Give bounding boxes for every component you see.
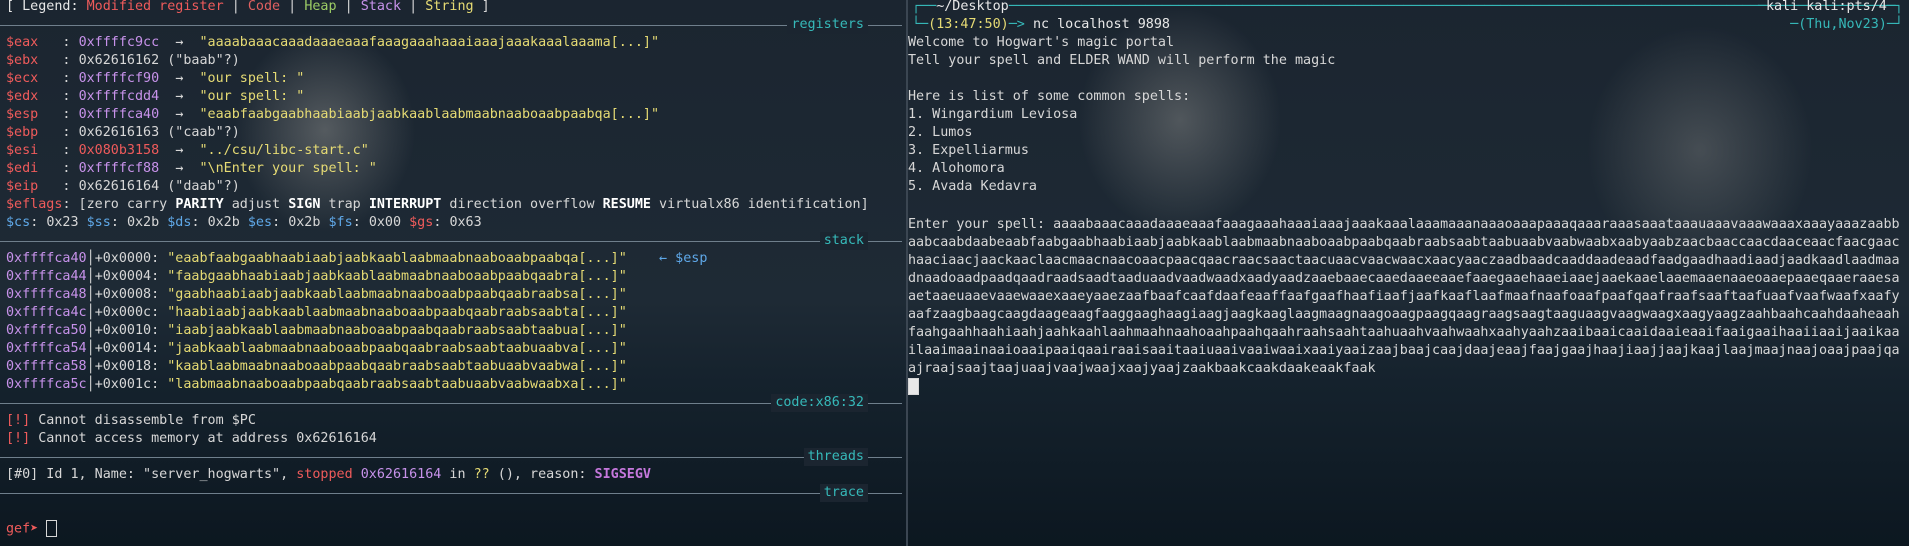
stack-row: 0xffffca44│+0x0004: "faabgaabhaabiaabjaa…	[6, 269, 627, 284]
prompt-date: (Thu,Nov23)	[1798, 17, 1887, 32]
register-eax: $eax : 0xffffc9cc → "aaaabaaacaaadaaaeaa…	[6, 35, 660, 50]
output-line: Tell your spell and ELDER WAND will perf…	[908, 53, 1336, 68]
gef-cursor[interactable]	[46, 520, 58, 537]
prompt-path: ~/Desktop	[936, 0, 1009, 14]
prompt-host: kali	[1765, 0, 1799, 14]
stack-separator: stack	[0, 232, 902, 250]
register-edx: $edx : 0xffffcdd4 → "our spell: "	[6, 89, 305, 104]
output-line: Here is list of some common spells:	[908, 89, 1191, 104]
netcat-terminal-pane[interactable]: ┌──~/Desktop────────────────────────────…	[908, 0, 1909, 546]
prompt-date-line: ─(Thu,Nov23)─┘	[1790, 17, 1903, 32]
registers-separator: registers	[0, 16, 902, 34]
legend: [ Legend: Modified register | Code | Hea…	[6, 0, 490, 14]
thread-row: [#0] Id 1, Name: "server_hogwarts", stop…	[6, 467, 651, 482]
spell-list-item: 4. Alohomora	[908, 161, 1005, 176]
prompt-time: (13:47:50)	[928, 17, 1009, 32]
threads-section-label: threads	[803, 448, 868, 466]
stack-row: 0xffffca50│+0x0010: "iaabjaabkaablaabmaa…	[6, 323, 627, 338]
code-section-label: code:x86:32	[771, 394, 868, 412]
shell-prompt-header: ┌──~/Desktop────────────────────────────…	[908, 0, 1909, 36]
stack-row: 0xffffca48│+0x0008: "gaabhaabiaabjaabkaa…	[6, 287, 627, 302]
stack-row: 0xffffca58│+0x0018: "kaablaabmaabnaaboaa…	[6, 359, 627, 374]
register-edi: $edi : 0xffffcf88 → "\nEnter your spell:…	[6, 161, 377, 176]
code-error: [!] Cannot disassemble from $PC	[6, 413, 256, 428]
terminal-cursor[interactable]	[908, 378, 919, 395]
stack-row: 0xffffca40│+0x0000: "eaabfaabgaabhaabiaa…	[6, 251, 708, 266]
register-esi: $esi : 0x080b3158 → "../csu/libc-start.c…	[6, 143, 369, 158]
register-ebx: $ebx : 0x62616162 ("baab"?)	[6, 53, 240, 68]
stack-row: 0xffffca4c│+0x000c: "haabiaabjaabkaablaa…	[6, 305, 627, 320]
spell-list-item: 5. Avada Kedavra	[908, 179, 1037, 194]
stack-section-label: stack	[819, 232, 868, 250]
prompt-command: nc localhost 9898	[1032, 17, 1170, 32]
spell-input-payload: aaaabaaacaaadaaaeaaafaaagaaahaaaiaaajaaa…	[908, 217, 1900, 376]
stack-row: 0xffffca54│+0x0014: "jaabkaablaabmaabnaa…	[6, 341, 627, 356]
register-esp: $esp : 0xffffca40 → "eaabfaabgaabhaabiaa…	[6, 107, 660, 122]
output-line: Welcome to Hogwart's magic portal	[908, 35, 1175, 50]
prompt-tty: kali:pts/4	[1806, 0, 1887, 14]
spell-list-item: 3. Expelliarmus	[908, 143, 1029, 158]
threads-separator: threads	[0, 448, 902, 466]
gef-prompt-line[interactable]: gef➤	[6, 520, 58, 538]
gef-prompt: gef➤	[6, 521, 47, 537]
segment-registers: $cs: 0x23 $ss: 0x2b $ds: 0x2b $es: 0x2b …	[6, 215, 482, 230]
register-eip: $eip : 0x62616164 ("daab"?)	[6, 179, 240, 194]
stack-row: 0xffffca5c│+0x001c: "laabmaabnaaboaabpaa…	[6, 377, 627, 392]
spell-prompt: Enter your spell:	[908, 217, 1054, 232]
register-eflags: $eflags: [zero carry PARITY adjust SIGN …	[6, 197, 869, 212]
prompt-host-info: ─kali kali:pts/4─┐	[1757, 0, 1903, 14]
prompt-path-line: ┌──~/Desktop────────────────────────────…	[912, 0, 1896, 14]
register-ebp: $ebp : 0x62616163 ("caab"?)	[6, 125, 240, 140]
spell-list-item: 2. Lumos	[908, 125, 973, 140]
trace-section-label: trace	[819, 484, 868, 502]
gef-debugger-pane[interactable]: [ Legend: Modified register | Code | Hea…	[0, 0, 906, 546]
code-error: [!] Cannot access memory at address 0x62…	[6, 431, 377, 446]
spell-list-item: 1. Wingardium Leviosa	[908, 107, 1078, 122]
spell-entry: Enter your spell: aaaabaaacaaadaaaeaaafa…	[908, 216, 1903, 397]
trace-separator: trace	[0, 484, 902, 502]
code-separator: code:x86:32	[0, 394, 902, 412]
register-ecx: $ecx : 0xffffcf90 → "our spell: "	[6, 71, 305, 86]
registers-section-label: registers	[787, 16, 868, 34]
prompt-command-line: └─(13:47:50)─> nc localhost 9898	[912, 17, 1170, 32]
